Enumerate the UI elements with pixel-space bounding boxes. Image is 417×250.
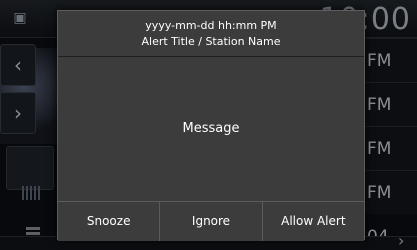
prev-arrow-icon[interactable]: ‹ (0, 44, 36, 86)
alert-datetime: yyyy-mm-dd hh:mm PM (145, 19, 277, 32)
equalizer-icon (22, 186, 40, 200)
preset-2[interactable]: FM 02 (364, 82, 417, 159)
alert-message: Message (182, 121, 240, 136)
alert-title: Alert Title / Station Name (141, 35, 281, 48)
preset-4[interactable]: FM 04 (364, 170, 417, 247)
dialog-header: yyyy-mm-dd hh:mm PM Alert Title / Statio… (58, 11, 364, 57)
next-arrow-icon[interactable]: › (0, 92, 36, 134)
alert-dialog: yyyy-mm-dd hh:mm PM Alert Title / Statio… (57, 10, 365, 241)
ignore-button[interactable]: Ignore (160, 202, 263, 241)
preset-3[interactable]: FM 03 (364, 126, 417, 203)
allow-alert-button[interactable]: Allow Alert (262, 202, 364, 241)
dialog-button-bar: Snooze Ignore Allow Alert (58, 201, 364, 241)
snooze-button[interactable]: Snooze (58, 202, 161, 241)
chevron-right-icon[interactable]: › (398, 231, 404, 250)
source-icon[interactable]: ▣ (10, 8, 30, 28)
preset-1[interactable]: FM 01 (364, 38, 417, 115)
